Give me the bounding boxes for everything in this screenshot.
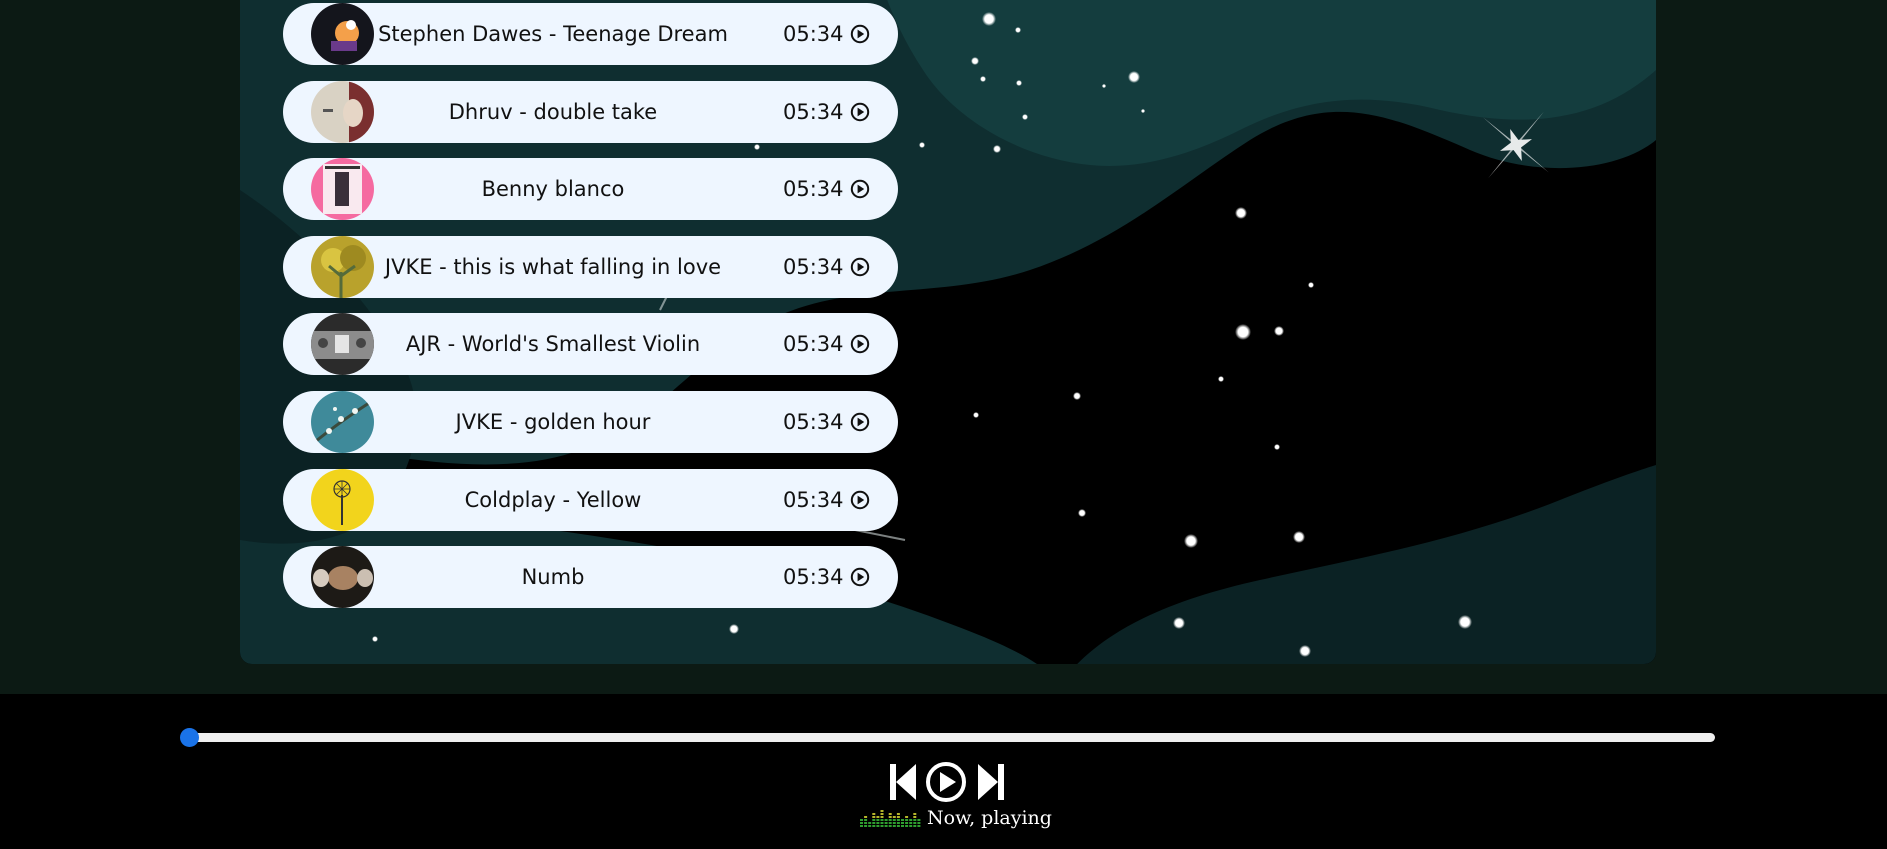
playback-controls <box>889 760 1007 804</box>
song-duration: 05:34 <box>783 254 844 279</box>
album-cover <box>311 468 374 531</box>
player-bar: Now, playing <box>0 694 1887 849</box>
equalizer-icon <box>860 810 921 827</box>
song-item[interactable]: Coldplay - Yellow 05:34 <box>283 468 898 531</box>
album-cover <box>311 80 374 143</box>
play-circle-icon[interactable] <box>850 412 870 432</box>
song-duration: 05:34 <box>783 22 844 46</box>
skip-next-icon[interactable] <box>977 760 1005 804</box>
song-title: Benny blanco <box>481 177 625 202</box>
song-title: Dhruv - double take <box>448 99 658 124</box>
play-circle-icon[interactable] <box>850 24 870 44</box>
album-cover <box>311 235 374 298</box>
song-title: AJR - World's Smallest Violin <box>405 332 701 357</box>
song-item[interactable]: JVKE - golden hour 05:34 <box>283 391 898 453</box>
song-item[interactable]: AJR - World's Smallest Violin 05:34 <box>283 313 898 376</box>
seek-thumb[interactable] <box>180 728 199 747</box>
song-title: Numb <box>521 565 585 590</box>
music-player-app: Stephen Dawes - Teenage Dream 05:34 Dhruv … <box>0 0 1887 849</box>
song-item[interactable]: Dhruv - double take 05:34 <box>283 80 898 143</box>
song-title: Stephen Dawes - Teenage Dream <box>378 22 728 46</box>
song-duration: 05:34 <box>783 410 844 434</box>
play-circle-icon[interactable] <box>925 760 967 804</box>
album-cover <box>311 313 374 376</box>
song-title: JVKE - golden hour <box>455 410 651 434</box>
song-duration: 05:34 <box>783 565 844 590</box>
play-circle-icon[interactable] <box>850 257 870 277</box>
seek-slider[interactable] <box>180 728 1715 747</box>
play-circle-icon[interactable] <box>850 567 870 587</box>
song-duration: 05:34 <box>783 99 844 124</box>
play-circle-icon[interactable] <box>850 334 870 354</box>
song-item[interactable]: JVKE - this is what falling in love 05:34 <box>283 235 898 298</box>
play-circle-icon[interactable] <box>850 179 870 199</box>
main-stage: Stephen Dawes - Teenage Dream 05:34 Dhruv … <box>0 0 1887 694</box>
album-cover <box>311 158 374 221</box>
song-item[interactable]: Numb 05:34 <box>283 546 898 609</box>
skip-previous-icon[interactable] <box>889 760 917 804</box>
song-item[interactable]: Stephen Dawes - Teenage Dream 05:34 <box>283 3 898 65</box>
song-title: JVKE - this is what falling in love <box>384 254 722 279</box>
song-duration: 05:34 <box>783 487 844 512</box>
song-duration: 05:34 <box>783 177 844 202</box>
play-circle-icon[interactable] <box>850 102 870 122</box>
album-cover <box>311 546 374 609</box>
album-cover <box>311 3 374 65</box>
play-circle-icon[interactable] <box>850 490 870 510</box>
song-title: Coldplay - Yellow <box>464 487 642 512</box>
album-cover <box>311 391 374 453</box>
now-playing-label: Now, playing <box>927 807 1052 829</box>
song-duration: 05:34 <box>783 332 844 357</box>
song-item[interactable]: Benny blanco 05:34 <box>283 158 898 221</box>
